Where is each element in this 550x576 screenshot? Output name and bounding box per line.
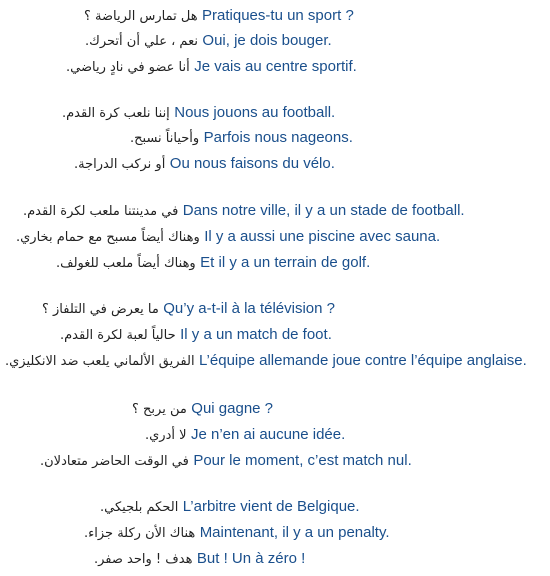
french-text: Qui gagne ? — [191, 400, 274, 417]
french-text: Oui, je dois bouger. — [202, 32, 332, 49]
phrase-line: حالياً لعبة لكرة القدم. Il y a un match … — [60, 323, 332, 347]
phrase-line: هناك الأن ركلة جزاء. Maintenant, il y a … — [84, 521, 390, 545]
phrase-line: الحكم بلجيكي. L’arbitre vient de Belgiqu… — [100, 495, 360, 519]
french-text: Maintenant, il y a un penalty. — [199, 524, 390, 541]
french-text: Dans notre ville, il y a un stade de foo… — [182, 202, 465, 219]
phrase-line: ما يعرض في التلفاز ؟ Qu’y a-t-il à la té… — [42, 297, 335, 321]
arabic-text: لا أدري. — [145, 428, 187, 443]
arabic-text: حالياً لعبة لكرة القدم. — [60, 328, 176, 343]
phrase-line: إننا نلعب كرة القدم. Nous jouons au foot… — [62, 101, 335, 125]
french-text: L’arbitre vient de Belgique. — [182, 498, 360, 515]
french-text: Pratiques-tu un sport ? — [202, 7, 354, 24]
arabic-text: الفريق الألماني يلعب ضد الانكليزي. — [5, 354, 195, 369]
arabic-text: الحكم بلجيكي. — [100, 500, 179, 515]
phrase-line: هدف ! واحد صفر. But ! Un à zéro ! — [94, 547, 305, 571]
arabic-text: أنا عضو في نادٍ رياضي. — [66, 60, 190, 75]
arabic-text: وهناك أيضاً ملعب للغولف. — [56, 256, 196, 271]
phrase-line: وهناك أيضاً ملعب للغولف. Et il y a un te… — [56, 251, 370, 275]
arabic-text: في الوقت الحاضر متعادلان. — [40, 454, 189, 469]
phrase-line: هل تمارس الرياضة ؟ Pratiques-tu un sport… — [84, 4, 354, 28]
arabic-text: هدف ! واحد صفر. — [94, 552, 193, 567]
arabic-text: هناك الأن ركلة جزاء. — [84, 526, 196, 541]
arabic-text: إننا نلعب كرة القدم. — [62, 106, 170, 121]
phrase-line: أنا عضو في نادٍ رياضي. Je vais au centre… — [66, 55, 357, 79]
phrase-line: الفريق الألماني يلعب ضد الانكليزي. L’équ… — [5, 349, 527, 373]
french-text: Pour le moment, c’est match nul. — [193, 452, 412, 469]
arabic-text: أو نركب الدراجة. — [74, 157, 166, 172]
arabic-text: هل تمارس الرياضة ؟ — [84, 9, 198, 24]
french-text: Il y a aussi une piscine avec sauna. — [204, 228, 441, 245]
phrase-line: من يربح ؟ Qui gagne ? — [132, 397, 273, 421]
french-text: Nous jouons au football. — [174, 104, 336, 121]
french-text: Il y a un match de foot. — [180, 326, 332, 343]
arabic-text: نعم ، علي أن أتحرك. — [85, 34, 198, 49]
french-text: Qu’y a-t-il à la télévision ? — [163, 300, 335, 317]
phrase-line: لا أدري. Je n’en ai aucune idée. — [145, 423, 345, 447]
phrase-line: أو نركب الدراجة. Ou nous faisons du vélo… — [74, 152, 335, 176]
french-text: But ! Un à zéro ! — [196, 550, 306, 567]
french-text: Parfois nous nageons. — [203, 129, 353, 146]
arabic-text: ما يعرض في التلفاز ؟ — [42, 302, 159, 317]
phrase-list: هل تمارس الرياضة ؟ Pratiques-tu un sport… — [0, 0, 550, 576]
french-text: Je n’en ai aucune idée. — [191, 426, 346, 443]
french-text: Je vais au centre sportif. — [194, 58, 357, 75]
phrase-line: وهناك أيضاً مسبح مع حمام بخاري. Il y a a… — [16, 225, 440, 249]
french-text: Et il y a un terrain de golf. — [200, 254, 371, 271]
french-text: L’équipe allemande joue contre l’équipe … — [199, 352, 527, 369]
arabic-text: وأحياناً نسبح. — [130, 131, 200, 146]
arabic-text: وهناك أيضاً مسبح مع حمام بخاري. — [16, 230, 200, 245]
arabic-text: من يربح ؟ — [132, 402, 187, 417]
phrase-line: في الوقت الحاضر متعادلان. Pour le moment… — [40, 449, 412, 473]
french-text: Ou nous faisons du vélo. — [169, 155, 335, 172]
phrase-line: وأحياناً نسبح. Parfois nous nageons. — [130, 126, 353, 150]
phrase-line: في مدينتنا ملعب لكرة القدم. Dans notre v… — [23, 199, 465, 223]
arabic-text: في مدينتنا ملعب لكرة القدم. — [23, 204, 179, 219]
phrase-line: نعم ، علي أن أتحرك. Oui, je dois bouger. — [85, 29, 332, 53]
